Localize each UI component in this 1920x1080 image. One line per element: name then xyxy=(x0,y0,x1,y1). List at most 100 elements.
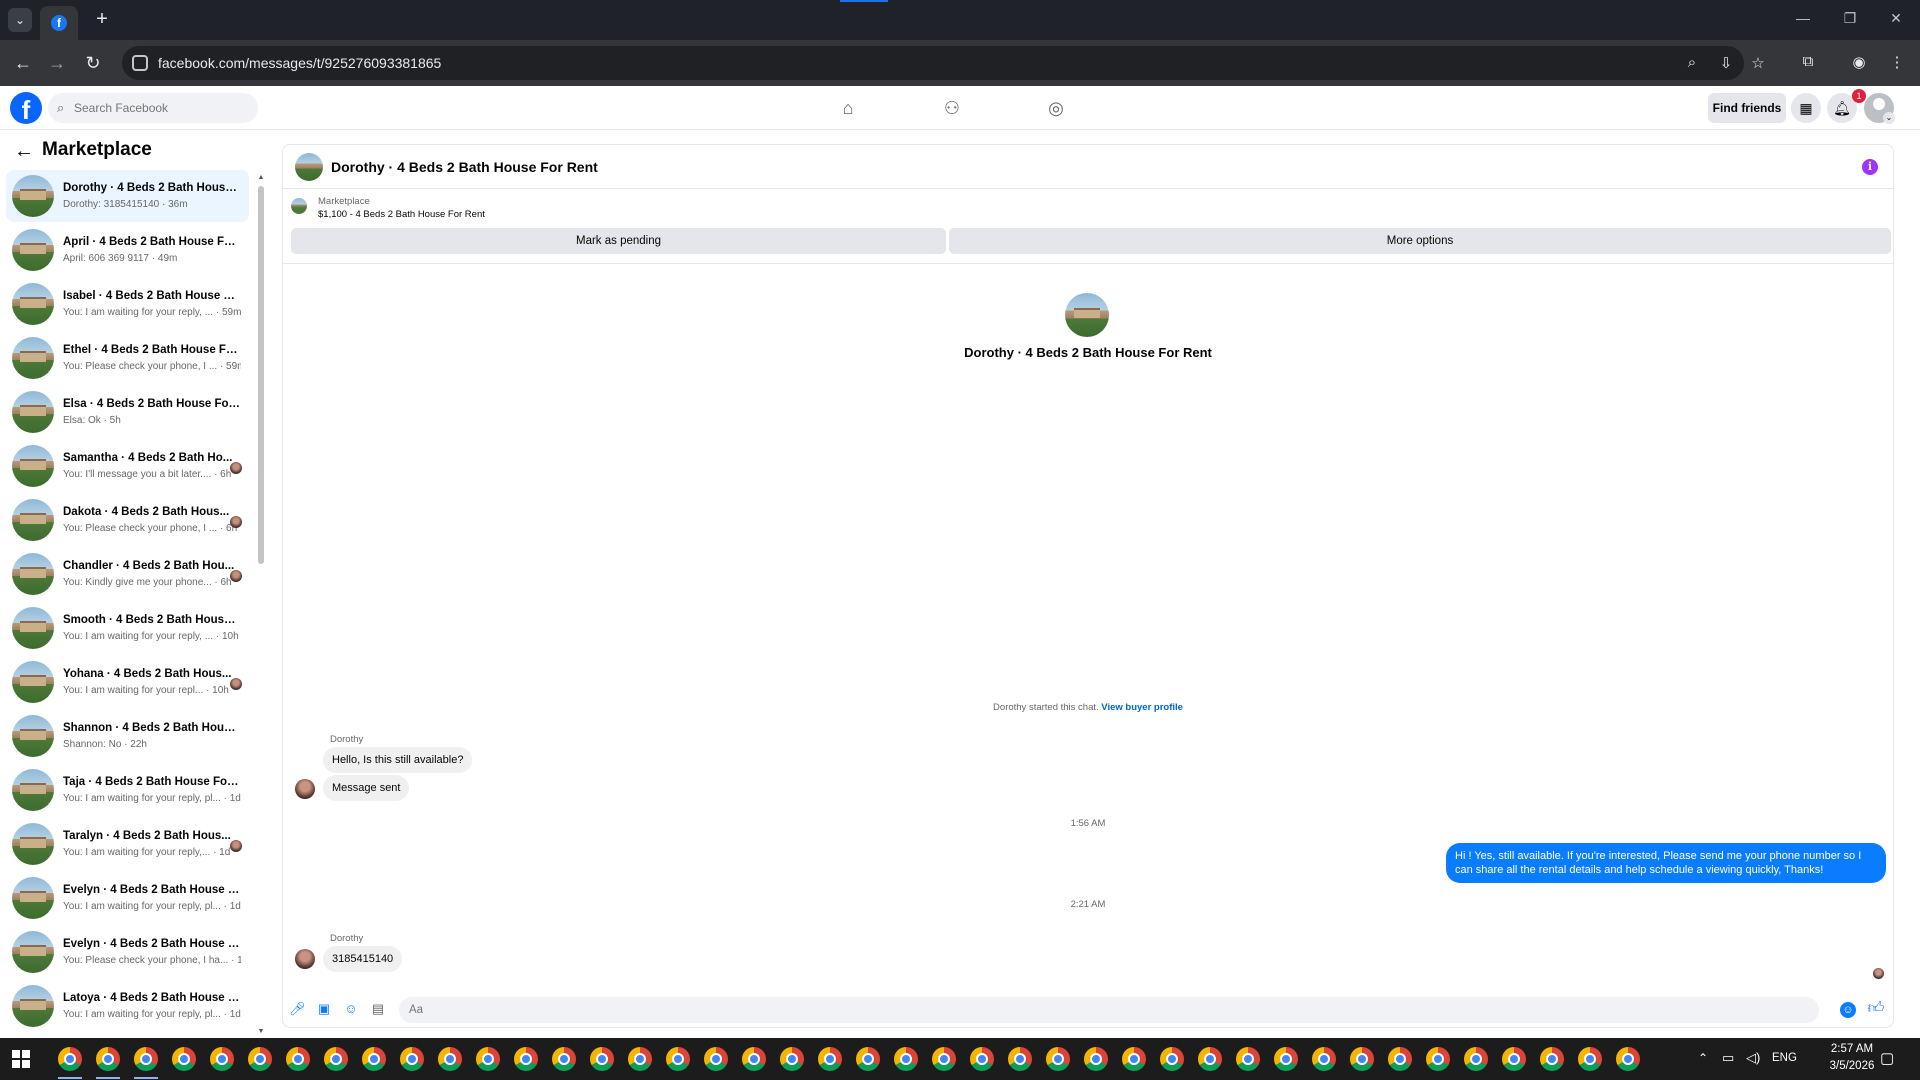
listing-thumbnail[interactable] xyxy=(291,198,307,214)
notification-center-icon[interactable]: ▢ xyxy=(1880,1049,1894,1067)
taskbar-app-icon[interactable] xyxy=(286,1047,310,1071)
taskbar-app-icon[interactable] xyxy=(400,1047,424,1071)
scroll-down-icon[interactable]: ▼ xyxy=(257,1028,265,1035)
taskbar-app-icon[interactable] xyxy=(894,1047,918,1071)
taskbar-app-icon[interactable] xyxy=(1274,1047,1298,1071)
info-icon[interactable]: i xyxy=(1862,159,1878,175)
taskbar-app-icon[interactable] xyxy=(438,1047,462,1071)
taskbar-app-icon[interactable] xyxy=(1464,1047,1488,1071)
taskbar-app-icon[interactable] xyxy=(780,1047,804,1071)
taskbar-app-icon[interactable] xyxy=(58,1047,82,1071)
minimize-window-icon[interactable]: — xyxy=(1793,10,1813,26)
chat-profile-avatar[interactable] xyxy=(1065,293,1109,337)
conversation-item[interactable]: Evelyn · 4 Beds 2 Bath House F... You: I … xyxy=(6,872,249,924)
close-window-icon[interactable]: ✕ xyxy=(1886,10,1906,27)
sender-avatar[interactable] xyxy=(295,779,315,799)
facebook-logo-icon[interactable]: f xyxy=(10,92,42,124)
taskbar-app-icon[interactable] xyxy=(704,1047,728,1071)
conversation-item[interactable]: Evelyn · 4 Beds 2 Bath House F... You: Pl… xyxy=(6,926,249,978)
language-indicator[interactable]: ENG xyxy=(1772,1052,1797,1064)
bookmark-star-icon[interactable]: ☆ xyxy=(1748,54,1768,72)
taskbar-app-icon[interactable] xyxy=(856,1047,880,1071)
thumbs-up-icon[interactable]: 👍︎ xyxy=(1867,1000,1885,1018)
address-bar[interactable]: facebook.com/messages/t/925276093381865 … xyxy=(122,46,1765,80)
sidebar-scrollbar[interactable]: ▲ ▼ xyxy=(257,174,265,1038)
incoming-message[interactable]: Message sent xyxy=(323,775,410,801)
taskbar-app-icon[interactable] xyxy=(362,1047,386,1071)
microphone-icon[interactable]: 🎤︎ xyxy=(289,1001,306,1017)
taskbar-app-icon[interactable] xyxy=(514,1047,538,1071)
taskbar-app-icon[interactable] xyxy=(1160,1047,1184,1071)
sticker-icon[interactable]: ☺ xyxy=(343,1001,359,1017)
taskbar-app-icon[interactable] xyxy=(1502,1047,1526,1071)
home-icon[interactable]: ⌂ xyxy=(836,96,860,120)
taskbar-app-icon[interactable] xyxy=(476,1047,500,1071)
chrome-menu-icon[interactable]: ⋮ xyxy=(1887,53,1907,71)
scroll-up-icon[interactable]: ▲ xyxy=(257,174,265,181)
tab-search-button[interactable]: ⌄ xyxy=(8,8,32,32)
incoming-message[interactable]: 3185415140 xyxy=(323,946,403,972)
taskbar-app-icon[interactable] xyxy=(1578,1047,1602,1071)
conversation-item[interactable]: April · 4 Beds 2 Bath House For ... April… xyxy=(6,224,249,276)
account-chevron-icon[interactable]: ⌄ xyxy=(1883,112,1895,124)
taskbar-app-icon[interactable] xyxy=(742,1047,766,1071)
taskbar-app-icon[interactable] xyxy=(590,1047,614,1071)
message-input[interactable] xyxy=(399,997,1819,1023)
photo-icon[interactable]: ▣ xyxy=(316,1001,332,1017)
forward-icon[interactable]: → xyxy=(46,52,68,74)
conversation-item[interactable]: Yohana · 4 Beds 2 Bath Hous... You: I am … xyxy=(6,656,249,708)
clock-time[interactable]: 2:57 AM xyxy=(1820,1043,1884,1055)
taskbar-app-icon[interactable] xyxy=(1008,1047,1032,1071)
incoming-message[interactable]: Hello, Is this still available? xyxy=(323,747,473,773)
taskbar-app-icon[interactable] xyxy=(172,1047,196,1071)
conversation-item[interactable]: Smooth · 4 Beds 2 Bath House ... You: I a… xyxy=(6,602,249,654)
taskbar-app-icon[interactable] xyxy=(1046,1047,1070,1071)
emoji-icon[interactable]: ☺ xyxy=(1840,1002,1856,1018)
conversation-item[interactable]: Taja · 4 Beds 2 Bath House For ... You: I… xyxy=(6,764,249,816)
browser-tab-facebook[interactable]: f xyxy=(40,6,78,40)
taskbar-app-icon[interactable] xyxy=(970,1047,994,1071)
conversation-item[interactable]: Dorothy · 4 Beds 2 Bath House ... Dorothy… xyxy=(6,170,249,222)
taskbar-app-icon[interactable] xyxy=(628,1047,652,1071)
conversation-item[interactable]: Shannon · 4 Beds 2 Bath House... Shannon:… xyxy=(6,710,249,762)
chat-avatar[interactable] xyxy=(295,153,323,181)
sender-avatar[interactable] xyxy=(295,949,315,969)
outgoing-message[interactable]: Hi ! Yes, still available. If you're int… xyxy=(1446,843,1886,883)
facebook-search[interactable]: ⌕ xyxy=(48,93,258,123)
search-input[interactable] xyxy=(74,93,254,123)
menu-grid-icon[interactable]: ▦ xyxy=(1791,93,1821,123)
taskbar-app-icon[interactable] xyxy=(1198,1047,1222,1071)
install-app-icon[interactable]: ⇩ xyxy=(1716,54,1736,72)
more-options-button[interactable]: More options xyxy=(949,228,1891,254)
profile-icon[interactable]: ◉ xyxy=(1849,53,1869,71)
taskbar-app-icon[interactable] xyxy=(1312,1047,1336,1071)
network-icon[interactable]: ▭ xyxy=(1722,1050,1734,1066)
mark-as-pending-button[interactable]: Mark as pending xyxy=(291,228,946,254)
taskbar-app-icon[interactable] xyxy=(1388,1047,1412,1071)
site-info-icon[interactable] xyxy=(132,55,148,71)
find-friends-button[interactable]: Find friends xyxy=(1708,93,1786,123)
taskbar-app-icon[interactable] xyxy=(1084,1047,1108,1071)
zoom-icon[interactable]: ⌕ xyxy=(1682,54,1702,71)
windows-start-icon[interactable] xyxy=(12,1050,30,1068)
clock-date[interactable]: 3/5/2026 xyxy=(1820,1060,1884,1072)
scrollbar-thumb[interactable] xyxy=(258,186,264,564)
conversation-item[interactable]: Taralyn · 4 Beds 2 Bath Hous... You: I am… xyxy=(6,818,249,870)
taskbar-app-icon[interactable] xyxy=(1236,1047,1260,1071)
conversation-item[interactable]: Dakota · 4 Beds 2 Bath Hous... You: Pleas… xyxy=(6,494,249,546)
back-arrow-icon[interactable]: ← xyxy=(14,140,34,163)
reload-icon[interactable]: ↻ xyxy=(82,52,104,74)
taskbar-app-icon[interactable] xyxy=(1616,1047,1640,1071)
taskbar-app-icon[interactable] xyxy=(248,1047,272,1071)
taskbar-app-icon[interactable] xyxy=(210,1047,234,1071)
friends-icon[interactable]: ⚇ xyxy=(940,96,964,120)
view-buyer-profile-link[interactable]: View buyer profile xyxy=(1101,702,1183,713)
taskbar-app-icon[interactable] xyxy=(1426,1047,1450,1071)
taskbar-app-icon[interactable] xyxy=(818,1047,842,1071)
taskbar-app-icon[interactable] xyxy=(666,1047,690,1071)
taskbar-app-icon[interactable] xyxy=(932,1047,956,1071)
taskbar-app-icon[interactable] xyxy=(96,1047,120,1071)
new-tab-button[interactable]: + xyxy=(90,8,114,32)
chat-title[interactable]: Dorothy · 4 Beds 2 Bath House For Rent xyxy=(331,159,598,175)
taskbar-app-icon[interactable] xyxy=(1540,1047,1564,1071)
